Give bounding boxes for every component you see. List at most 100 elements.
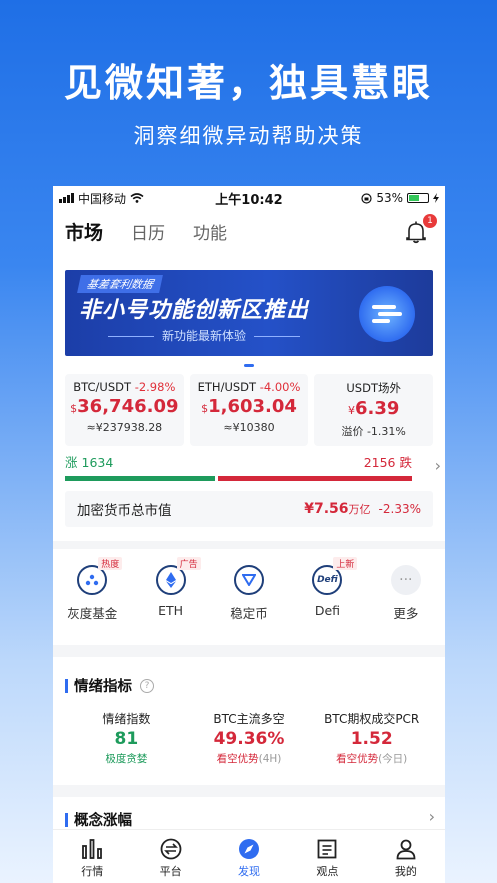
sentiment-item-desc: 看空优势: [216, 753, 259, 765]
ticker-card[interactable]: ETH/USDT -4.00% $1,603.04 ≈¥10380: [189, 374, 309, 446]
quick-link-label: ETH: [158, 603, 184, 618]
quick-links: 热度 灰度基金 广告 ETH 稳定币 上新 Defi Defi ··· 更多: [53, 549, 445, 645]
sentiment-item-value: 49.36%: [213, 729, 285, 749]
quick-link-badge: 热度: [98, 557, 123, 570]
user-icon: [396, 839, 416, 860]
nav-item-platform[interactable]: 平台: [131, 830, 209, 883]
ticker-price: 36,746.09: [77, 396, 179, 417]
top-nav: 市场 日历 功能 1: [53, 210, 445, 252]
nav-item-discover[interactable]: 发现: [210, 830, 288, 883]
sentiment-item-desc: 极度贪婪: [105, 753, 148, 765]
ticker-price: 6.39: [354, 398, 400, 419]
market-cap-change: -2.33%: [378, 502, 421, 516]
quick-link-eth[interactable]: 广告 ETH: [131, 557, 209, 645]
sentiment-item-title: BTC期权成交PCR: [324, 712, 420, 726]
promo-banner[interactable]: 基差套利数据 非小号功能创新区推出 新功能最新体验: [65, 270, 433, 356]
quick-link-badge: 广告: [176, 557, 201, 570]
ticker-sub: ≈¥237938.28: [86, 421, 163, 434]
ticker-currency: ¥: [347, 404, 355, 417]
sentiment-item[interactable]: 情绪指数 81 极度贪婪: [65, 710, 188, 766]
quick-link-defi[interactable]: 上新 Defi Defi: [288, 557, 366, 645]
chevron-right-icon: ›: [434, 456, 441, 475]
help-icon[interactable]: ?: [140, 678, 154, 693]
tab-market[interactable]: 市场: [65, 218, 103, 245]
chart-bars-icon: [82, 839, 103, 859]
ticker-card[interactable]: USDT场外 ¥6.39 溢价 -1.31%: [314, 374, 434, 446]
banner-section: 基差套利数据 非小号功能创新区推出 新功能最新体验: [53, 252, 445, 356]
nav-item-label: 我的: [394, 865, 417, 878]
carousel-indicator: [53, 356, 445, 374]
up-count: 1634: [81, 455, 114, 470]
market-cap-label: 加密货币总市值: [77, 503, 172, 519]
ticker-price: 1,603.04: [208, 396, 297, 417]
quick-link-label: 稳定币: [230, 606, 268, 621]
nav-item-opinion[interactable]: 观点: [288, 830, 366, 883]
stablecoin-icon: [234, 565, 265, 595]
promo-title: 见微知著，独具慧眼: [63, 61, 433, 105]
tab-features[interactable]: 功能: [193, 219, 227, 244]
sentiment-item-title: 情绪指数: [102, 712, 151, 726]
article-icon: [318, 839, 337, 859]
charging-icon: [433, 193, 439, 203]
down-count: 2156: [363, 455, 396, 470]
ticker-sub: ≈¥10380: [223, 421, 275, 434]
ticker-change: -4.00%: [259, 380, 301, 394]
quick-link-stablecoin[interactable]: 稳定币: [210, 565, 288, 645]
tab-calendar[interactable]: 日历: [131, 219, 165, 244]
sentiment-item-desc: 看空优势: [336, 753, 379, 765]
nav-item-me[interactable]: 我的: [367, 830, 445, 883]
status-bar: 中国移动 上午10:42 53%: [53, 186, 445, 210]
sentiment-item[interactable]: BTC期权成交PCR 1.52 看空优势(今日): [310, 710, 433, 766]
banner-subline: 新功能最新体验: [79, 327, 329, 344]
wifi-icon: [130, 193, 144, 203]
market-cap-row[interactable]: 加密货币总市值 ¥7.56万亿 -2.33%: [65, 491, 433, 527]
sentiment-title: 情绪指标: [74, 679, 132, 695]
quick-link-label: Defi: [314, 603, 341, 618]
battery-percent: 53%: [376, 191, 403, 205]
banner-tag: 基差套利数据: [77, 275, 163, 293]
chevron-right-icon: ›: [428, 807, 435, 826]
up-down-ratio[interactable]: 涨 1634 2156 跌 ›: [53, 446, 445, 481]
nav-item-label: 发现: [238, 865, 261, 878]
phone-screen: 中国移动 上午10:42 53% 市场 日历 功能 1 基差套利数据 非小号功能…: [53, 186, 445, 883]
ticker-row: BTC/USDT -2.98% $36,746.09 ≈¥237938.28 E…: [53, 374, 445, 446]
sentiment-section: 情绪指标? 情绪指数 81 极度贪婪 BTC主流多空 49.36% 看空优势(4…: [53, 657, 445, 785]
signal-icon: [59, 193, 74, 203]
notification-button[interactable]: 1: [405, 214, 437, 244]
nav-item-label: 行情: [81, 865, 104, 878]
market-cap-unit: 万亿: [348, 503, 371, 516]
nav-item-label: 平台: [159, 865, 182, 878]
nav-item-market[interactable]: 行情: [53, 830, 131, 883]
quick-link-grayscale[interactable]: 热度 灰度基金: [53, 557, 131, 645]
promo-subtitle: 洞察细微异动帮助决策: [133, 124, 364, 148]
ticker-pair: BTC/USDT: [73, 380, 132, 394]
quick-link-label: 更多: [393, 606, 419, 621]
exchange-icon: [160, 838, 182, 860]
sentiment-item-value: 81: [114, 729, 139, 749]
ticker-sub: 溢价 -1.31%: [341, 425, 406, 438]
concept-title: 概念涨幅: [74, 813, 132, 829]
orientation-lock-icon: [361, 192, 372, 204]
ticker-change: -2.98%: [134, 380, 176, 394]
ratio-bar-up: [65, 476, 215, 481]
ticker-card[interactable]: BTC/USDT -2.98% $36,746.09 ≈¥237938.28: [65, 374, 184, 446]
banner-logo-icon: [359, 286, 415, 342]
ratio-bar-down: [217, 476, 412, 481]
sentiment-item-note: (4H): [258, 753, 282, 765]
battery-fill: [409, 195, 419, 201]
ticker-pair: ETH/USDT: [197, 380, 257, 394]
battery-icon: [407, 193, 429, 203]
sentiment-item-value: 1.52: [350, 729, 393, 749]
down-label: 跌: [399, 455, 412, 470]
carrier-label: 中国移动: [78, 191, 127, 206]
notification-badge: 1: [423, 214, 437, 228]
sentiment-item-note: (今日): [378, 753, 408, 765]
market-cap-value: ¥7.56: [304, 501, 349, 517]
sentiment-item[interactable]: BTC主流多空 49.36% 看空优势(4H): [188, 710, 311, 766]
bottom-nav: 行情 平台 发现 观点 我的: [53, 829, 445, 883]
nav-item-label: 观点: [316, 865, 339, 878]
banner-headline: 非小号功能创新区推出: [79, 298, 310, 323]
ratio-bar: [65, 476, 412, 481]
sentiment-item-title: BTC主流多空: [213, 712, 285, 726]
quick-link-more[interactable]: ··· 更多: [367, 565, 445, 645]
